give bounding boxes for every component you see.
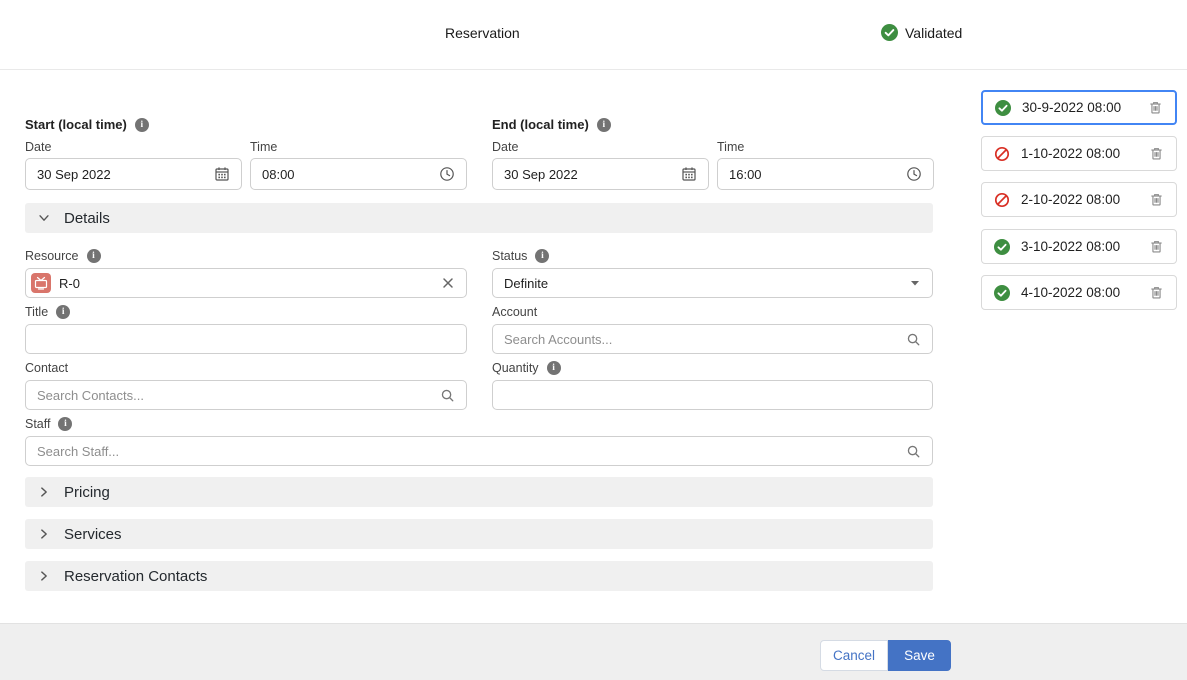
- section-pricing-label: Pricing: [64, 484, 110, 501]
- start-time-field[interactable]: [250, 158, 467, 190]
- trash-icon[interactable]: [1149, 285, 1164, 300]
- end-date-input[interactable]: [504, 159, 673, 189]
- valid-check-icon: [994, 285, 1010, 301]
- account-field[interactable]: [492, 324, 933, 354]
- validated-badge: Validated: [881, 24, 962, 41]
- blocked-icon: [994, 192, 1010, 208]
- status-select[interactable]: Definite: [492, 268, 933, 298]
- info-icon[interactable]: i: [87, 249, 101, 263]
- status-value: Definite: [504, 276, 901, 291]
- info-icon[interactable]: i: [56, 305, 70, 319]
- search-icon[interactable]: [906, 332, 921, 347]
- dialog-header: [0, 0, 1187, 70]
- calendar-icon[interactable]: [214, 166, 230, 182]
- end-time-label: Time: [717, 140, 744, 154]
- end-time-field[interactable]: [717, 158, 934, 190]
- occurrence-label: 4-10-2022 08:00: [1021, 285, 1138, 300]
- chevron-down-icon: [37, 211, 51, 225]
- info-icon[interactable]: i: [535, 249, 549, 263]
- quantity-input[interactable]: [504, 381, 921, 409]
- cancel-button[interactable]: Cancel: [820, 640, 888, 671]
- info-icon[interactable]: i: [597, 118, 611, 132]
- end-date-label: Date: [492, 140, 518, 154]
- occurrence-card[interactable]: 3-10-2022 08:00: [981, 229, 1177, 264]
- occurrence-label: 30-9-2022 08:00: [1022, 100, 1137, 115]
- resource-entity-icon: [31, 273, 51, 293]
- section-services[interactable]: Services: [25, 519, 933, 549]
- info-icon[interactable]: i: [58, 417, 72, 431]
- trash-icon[interactable]: [1149, 239, 1164, 254]
- occurrence-label: 3-10-2022 08:00: [1021, 239, 1138, 254]
- resource-label: Resource i: [25, 249, 101, 263]
- footer-bar: [0, 623, 1187, 680]
- section-services-label: Services: [64, 526, 122, 543]
- section-pricing[interactable]: Pricing: [25, 477, 933, 507]
- section-reservation-contacts[interactable]: Reservation Contacts: [25, 561, 933, 591]
- staff-field[interactable]: [25, 436, 933, 466]
- occurrence-card[interactable]: 1-10-2022 08:00: [981, 136, 1177, 171]
- validated-badge-label: Validated: [905, 25, 962, 41]
- section-reservation-contacts-label: Reservation Contacts: [64, 568, 207, 585]
- clock-icon[interactable]: [439, 166, 455, 182]
- occurrence-label: 1-10-2022 08:00: [1021, 146, 1138, 161]
- info-icon[interactable]: i: [135, 118, 149, 132]
- page-title: Reservation: [445, 25, 520, 41]
- chevron-down-icon[interactable]: [909, 277, 921, 289]
- staff-label: Staff i: [25, 417, 72, 431]
- occurrence-card[interactable]: 2-10-2022 08:00: [981, 182, 1177, 217]
- chevron-right-icon: [37, 569, 51, 583]
- title-field[interactable]: [25, 324, 467, 354]
- section-details-label: Details: [64, 210, 110, 227]
- trash-icon[interactable]: [1148, 100, 1163, 115]
- occurrence-card[interactable]: 30-9-2022 08:00: [981, 90, 1177, 125]
- clear-icon[interactable]: [441, 276, 455, 290]
- chevron-right-icon: [37, 527, 51, 541]
- contact-label: Contact: [25, 361, 68, 375]
- contact-search-input[interactable]: [37, 381, 432, 409]
- title-label: Title i: [25, 305, 70, 319]
- account-label: Account: [492, 305, 537, 319]
- save-button[interactable]: Save: [888, 640, 951, 671]
- occurrence-card[interactable]: 4-10-2022 08:00: [981, 275, 1177, 310]
- trash-icon[interactable]: [1149, 146, 1164, 161]
- section-details[interactable]: Details: [25, 203, 933, 233]
- staff-search-input[interactable]: [37, 437, 898, 465]
- quantity-field[interactable]: [492, 380, 933, 410]
- search-icon[interactable]: [440, 388, 455, 403]
- info-icon[interactable]: i: [547, 361, 561, 375]
- resource-field[interactable]: R-0: [25, 268, 467, 298]
- end-time-input[interactable]: [729, 159, 898, 189]
- account-search-input[interactable]: [504, 325, 898, 353]
- valid-check-icon: [995, 100, 1011, 116]
- end-group-label: End (local time) i: [492, 117, 611, 132]
- quantity-label: Quantity i: [492, 361, 561, 375]
- trash-icon[interactable]: [1149, 192, 1164, 207]
- start-group-label: Start (local time) i: [25, 117, 149, 132]
- clock-icon[interactable]: [906, 166, 922, 182]
- status-label: Status i: [492, 249, 549, 263]
- contact-field[interactable]: [25, 380, 467, 410]
- title-input[interactable]: [37, 325, 455, 353]
- chevron-right-icon: [37, 485, 51, 499]
- start-time-label: Time: [250, 140, 277, 154]
- start-time-input[interactable]: [262, 159, 431, 189]
- calendar-icon[interactable]: [681, 166, 697, 182]
- search-icon[interactable]: [906, 444, 921, 459]
- resource-value: R-0: [59, 276, 433, 291]
- start-date-label: Date: [25, 140, 51, 154]
- end-date-field[interactable]: [492, 158, 709, 190]
- validated-check-icon: [881, 24, 898, 41]
- valid-check-icon: [994, 239, 1010, 255]
- occurrence-label: 2-10-2022 08:00: [1021, 192, 1138, 207]
- start-date-field[interactable]: [25, 158, 242, 190]
- blocked-icon: [994, 146, 1010, 162]
- start-date-input[interactable]: [37, 159, 206, 189]
- footer-buttons: Cancel Save: [820, 640, 951, 671]
